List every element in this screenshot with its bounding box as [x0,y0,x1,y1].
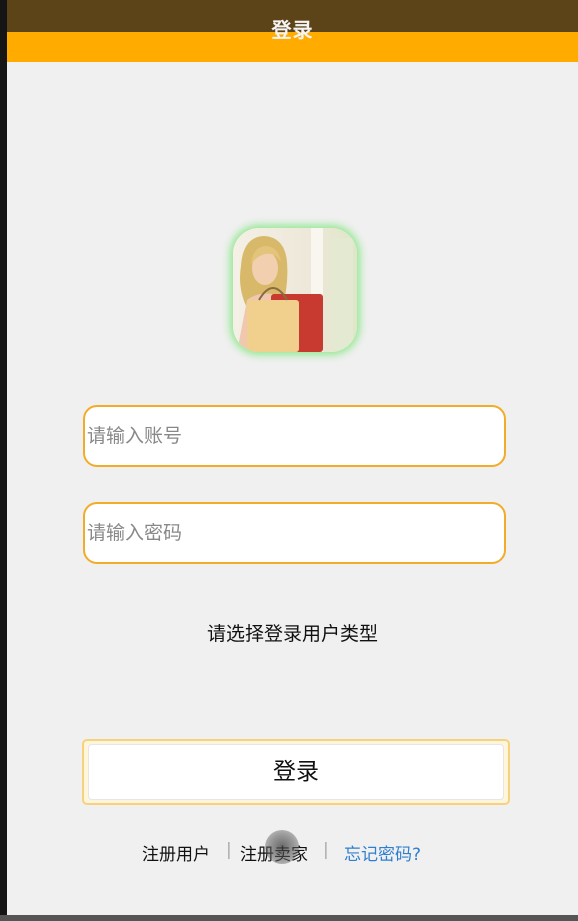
touch-cursor-indicator [265,830,299,864]
user-type-selector[interactable]: 请选择登录用户类型 [7,619,578,646]
login-button[interactable]: 登录 [88,744,504,800]
password-field[interactable] [83,502,506,564]
link-separator: | [323,840,329,860]
bottom-bar [0,915,578,921]
link-separator: | [226,840,232,860]
login-button-frame: 登录 [82,739,510,805]
account-field[interactable] [83,405,506,467]
window-left-edge [0,0,7,921]
avatar [233,228,357,352]
forgot-password-link[interactable]: 忘记密码? [344,840,421,865]
page-title: 登录 [271,18,314,42]
register-user-link[interactable]: 注册用户 [142,840,210,865]
avatar-image [233,228,357,352]
account-input[interactable] [85,407,506,465]
password-input[interactable] [85,504,506,562]
